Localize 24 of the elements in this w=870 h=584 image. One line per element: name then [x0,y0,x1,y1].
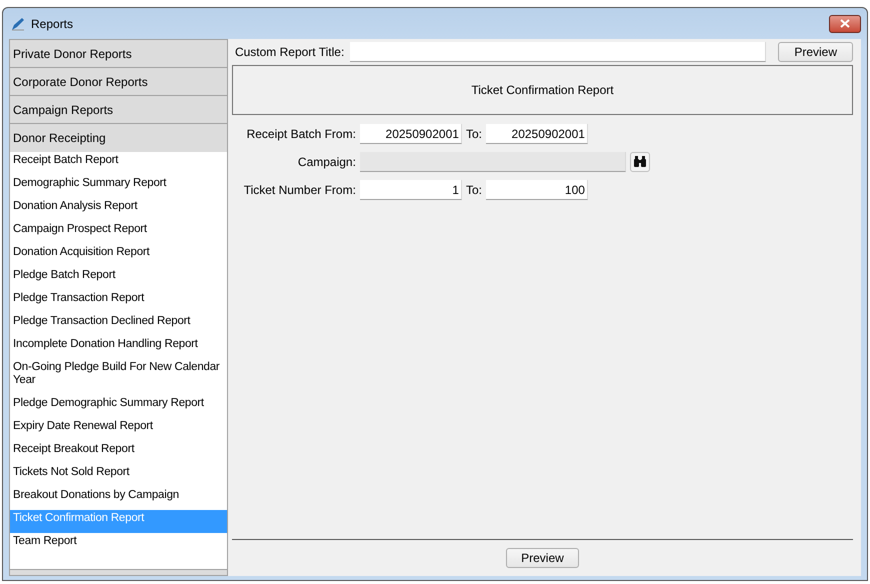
binoculars-icon [632,156,647,168]
close-icon [840,19,850,28]
field-label: Campaign: [296,155,356,169]
group-header[interactable]: Donor Receipting [10,124,227,152]
search-button[interactable] [630,152,650,172]
close-button[interactable] [829,14,861,32]
group-header[interactable]: Campaign Reports [10,96,227,124]
window-title: Reports [31,16,74,30]
from-field[interactable]: 1 [360,180,462,200]
to-field[interactable]: 100 [486,180,588,200]
group-header[interactable]: Corporate Donor Reports [10,68,227,96]
preview-button[interactable]: Preview [778,42,853,62]
pencil-icon [11,16,25,30]
title-field[interactable] [350,42,766,62]
field-label: To: [466,183,482,197]
field-label: To: [466,127,482,141]
to-field[interactable]: 20250902001 [486,124,588,144]
field-label: Ticket Number From: [242,183,356,197]
from-field[interactable]: 20250902001 [360,124,462,144]
preview-button[interactable]: Preview [506,548,579,568]
field-label: Custom Report Title: [234,45,344,59]
group-header[interactable]: Private Donor Reports [10,40,227,68]
field-label: Receipt Batch From: [246,127,356,141]
report-name: Ticket Confirmation Report [471,83,614,97]
